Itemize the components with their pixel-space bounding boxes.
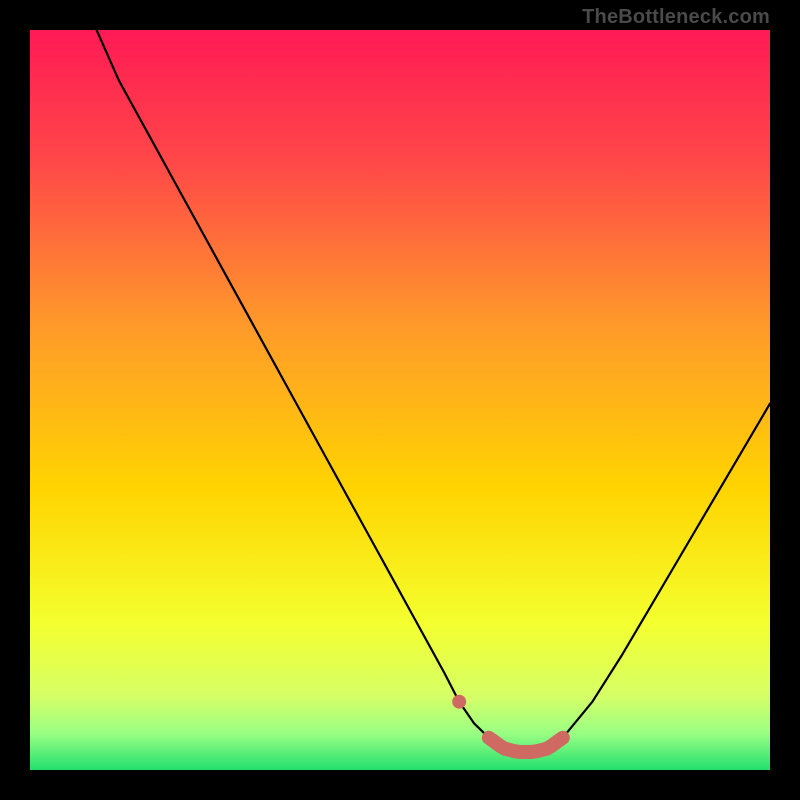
plot-area (30, 30, 770, 770)
watermark-text: TheBottleneck.com (582, 6, 770, 29)
bottleneck-curve (30, 30, 770, 770)
chart-frame: TheBottleneck.com (0, 0, 800, 800)
